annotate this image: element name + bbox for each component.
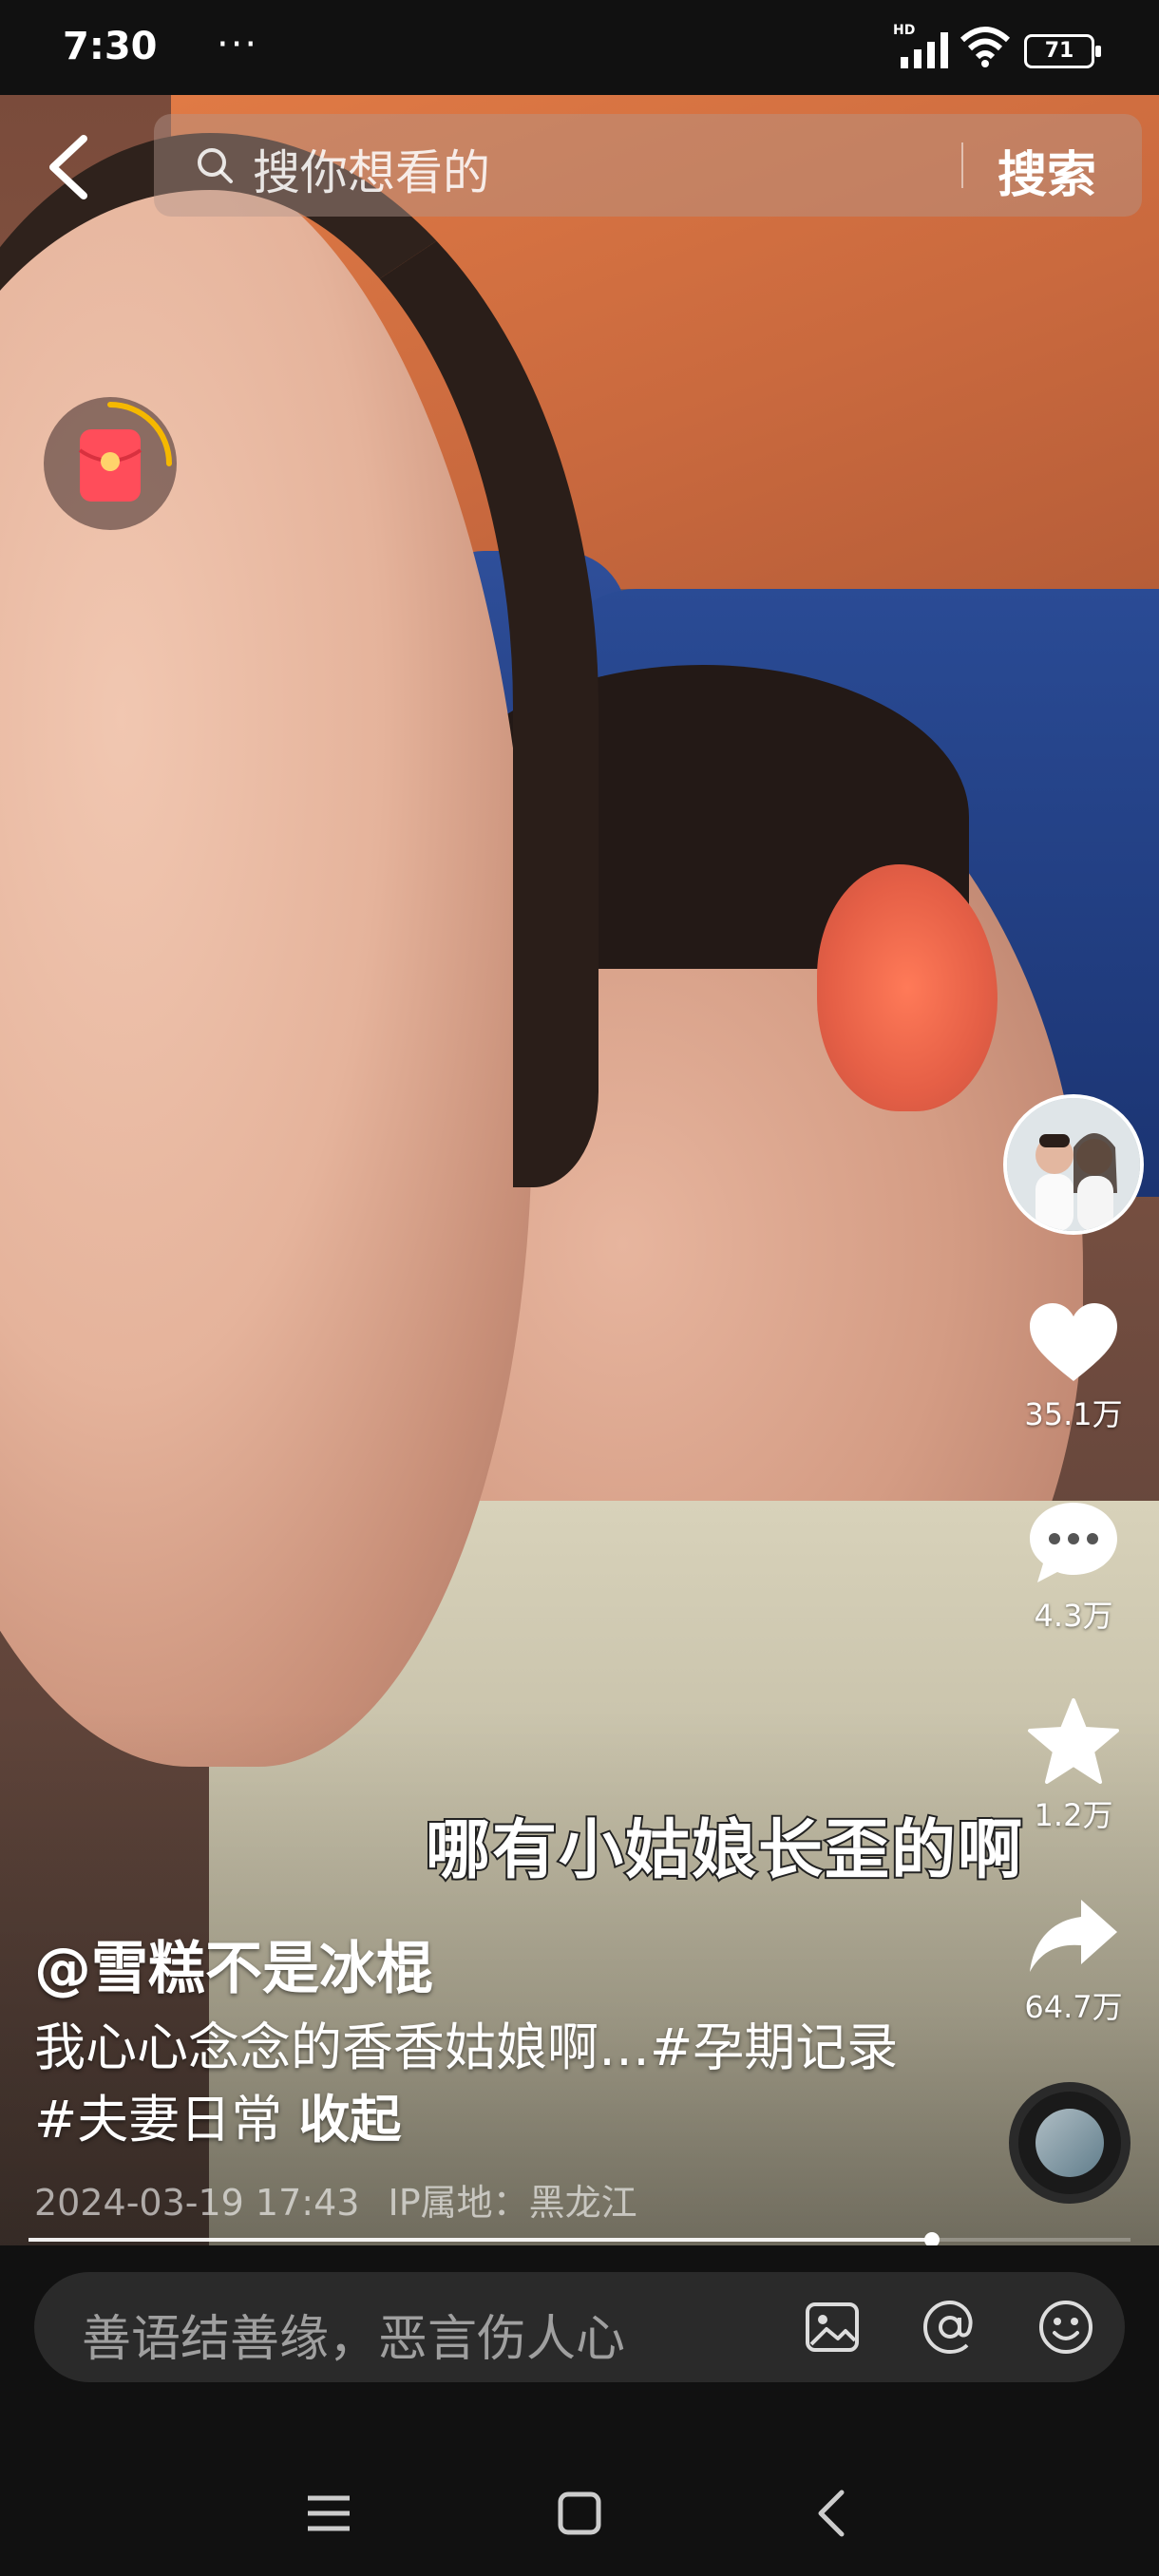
heart-icon [1030,1303,1117,1381]
video-caption: 我心心念念的香香姑娘啊…#孕期记录 #夫妻日常 收起 [34,2012,908,2156]
star-icon [1028,1698,1119,1784]
status-time: 7:30 [63,25,158,68]
comment-input[interactable]: 善语结善缘，恶言伤人心 [82,2299,625,2370]
status-bar: 7:30 ··· HD 71 [0,0,1159,95]
like-count: 35.1万 [1024,1396,1123,1432]
caption-text: 我心心念念的香香姑娘啊…#孕期记录 #夫妻日常 [34,2017,899,2150]
comment-button[interactable]: 4.3万 [1016,1501,1130,1636]
search-icon [198,148,233,183]
search-input[interactable]: 搜你想看的 [253,135,490,203]
comment-bar[interactable]: 善语结善缘，恶言伤人心 [34,2272,1125,2382]
share-button[interactable]: 64.7万 [1016,1896,1130,2027]
video-progress-bar[interactable] [28,2232,1130,2247]
collapse-button[interactable]: 收起 [298,2090,401,2150]
battery-indicator: 71 [1024,34,1101,68]
video-subtitle: 哪有小姑娘长歪的啊 [424,1811,1025,1890]
favorite-button[interactable]: 1.2万 [1016,1698,1130,1835]
music-cover [1036,2109,1104,2177]
search-button[interactable]: 搜索 [998,135,1096,206]
favorite-count: 1.2万 [1034,1797,1113,1833]
publish-date: 2024-03-19 17:43 [34,2182,360,2224]
at-icon[interactable] [922,2299,978,2356]
video-meta: 2024-03-19 17:43 IP属地：黑龙江 [34,2173,637,2226]
red-packet-icon [78,402,172,502]
signal-icon [901,32,948,68]
music-disc[interactable] [1009,2082,1130,2204]
status-more-dots: ··· [217,23,259,66]
menu-icon[interactable] [300,2485,357,2542]
search-divider [961,142,963,188]
like-button[interactable]: 35.1万 [1016,1301,1130,1434]
avatar-image [1007,1098,1140,1231]
search-bar[interactable]: 搜你想看的 搜索 [154,114,1142,217]
author-avatar[interactable] [1003,1094,1144,1235]
back-button[interactable] [44,133,93,201]
ip-location: IP属地：黑龙江 [388,2182,637,2224]
author-name[interactable]: @雪糕不是冰棍 [34,1923,433,2005]
wifi-icon [960,27,1011,67]
red-packet-button[interactable] [44,397,177,530]
speech-bubble-icon [1030,1503,1117,1582]
back-triangle-icon[interactable] [804,2485,861,2542]
system-nav-bar [0,2451,1159,2576]
share-count: 64.7万 [1024,1989,1123,2025]
comment-count: 4.3万 [1034,1598,1113,1634]
image-icon[interactable] [804,2299,861,2356]
share-arrow-icon [1030,1900,1117,1972]
smile-icon[interactable] [1037,2299,1094,2356]
battery-level: 71 [1044,39,1074,63]
progress-fill [28,2238,933,2242]
square-icon[interactable] [551,2485,608,2542]
